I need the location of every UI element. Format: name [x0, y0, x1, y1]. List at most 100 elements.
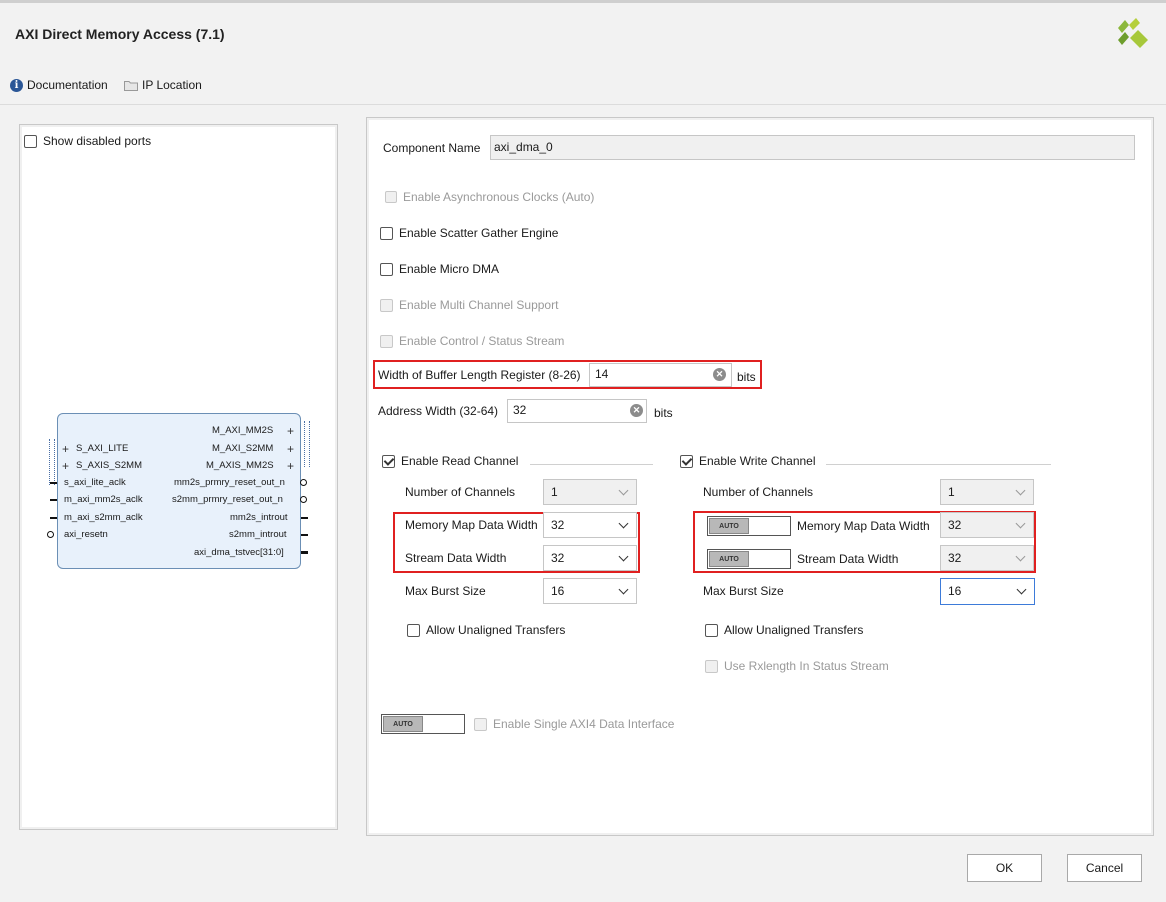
top-border — [0, 0, 1166, 3]
enable-write-channel-option[interactable]: Enable Write Channel — [680, 454, 816, 468]
read-stream-data-width-select[interactable]: 32 — [543, 545, 637, 571]
enable-read-channel-checkbox[interactable] — [382, 454, 395, 468]
write-num-channels-label: Number of Channels — [703, 485, 814, 499]
write-channel-title: Enable Write Channel — [699, 454, 816, 468]
read-num-channels-label: Number of Channels — [405, 485, 516, 499]
read-mm-data-width-select[interactable]: 32 — [543, 512, 637, 538]
port-s-axis-s2mm: S_AXIS_S2MM — [76, 460, 142, 471]
ip-block-symbol — [57, 413, 301, 569]
enable-scatter-gather-checkbox[interactable] — [380, 226, 393, 240]
write-mm-data-width-auto-toggle[interactable]: AUTO — [707, 516, 791, 536]
read-max-burst-value: 16 — [551, 584, 565, 598]
inverted-pin — [300, 479, 307, 486]
address-width-input[interactable]: 32 — [507, 399, 647, 423]
write-mm-data-width-value: 32 — [948, 518, 962, 532]
single-axi4-option: Enable Single AXI4 Data Interface — [474, 717, 674, 731]
chevron-down-icon — [618, 584, 629, 595]
cancel-button[interactable]: Cancel — [1067, 854, 1142, 882]
port-s-axi-lite-aclk: s_axi_lite_aclk — [64, 477, 126, 488]
read-max-burst-select[interactable]: 16 — [543, 578, 637, 604]
port-s-axi-lite: S_AXI_LITE — [76, 443, 129, 454]
enable-micro-dma-checkbox[interactable] — [380, 262, 393, 276]
chevron-down-icon — [1015, 485, 1026, 496]
read-num-channels-select: 1 — [543, 479, 637, 505]
write-num-channels-select: 1 — [940, 479, 1034, 505]
write-num-channels-value: 1 — [948, 485, 955, 499]
enable-async-clocks-label: Enable Asynchronous Clocks (Auto) — [403, 190, 595, 204]
read-unaligned-option[interactable]: Allow Unaligned Transfers — [407, 623, 565, 637]
enable-micro-dma-option[interactable]: Enable Micro DMA — [380, 262, 499, 276]
expand-plus-icon[interactable]: + — [62, 443, 69, 455]
read-unaligned-checkbox[interactable] — [407, 623, 420, 637]
port-mm2s-introut: mm2s_introut — [230, 512, 288, 523]
pin — [50, 499, 57, 501]
write-stream-data-width-auto-toggle[interactable]: AUTO — [707, 549, 791, 569]
buffer-length-label: Width of Buffer Length Register (8-26) — [378, 368, 581, 382]
pin — [301, 517, 308, 519]
ip-location-link[interactable]: IP Location — [124, 78, 202, 92]
port-mm2s-prmry-reset-out-n: mm2s_prmry_reset_out_n — [174, 477, 285, 488]
bus-bundle-right — [304, 421, 310, 467]
enable-async-clocks-option: Enable Asynchronous Clocks (Auto) — [385, 190, 594, 204]
clear-icon[interactable]: ✕ — [630, 404, 643, 417]
rxlength-checkbox — [705, 659, 718, 673]
auto-label: AUTO — [709, 551, 749, 567]
write-unaligned-option[interactable]: Allow Unaligned Transfers — [705, 623, 863, 637]
write-max-burst-label: Max Burst Size — [703, 584, 784, 598]
enable-scatter-gather-option[interactable]: Enable Scatter Gather Engine — [380, 226, 558, 240]
group-border — [826, 464, 1051, 465]
port-m-axi-mm2s: M_AXI_MM2S — [212, 425, 274, 436]
single-axi4-auto-toggle[interactable]: AUTO — [381, 714, 465, 734]
write-stream-data-width-value: 32 — [948, 551, 962, 565]
read-num-channels-value: 1 — [551, 485, 558, 499]
enable-read-channel-option[interactable]: Enable Read Channel — [382, 454, 518, 468]
inverted-pin — [300, 496, 307, 503]
chevron-down-icon — [618, 551, 629, 562]
window-title: AXI Direct Memory Access (7.1) — [15, 26, 225, 42]
enable-write-channel-checkbox[interactable] — [680, 454, 693, 468]
write-max-burst-select[interactable]: 16 — [940, 578, 1035, 605]
read-channel-title: Enable Read Channel — [401, 454, 519, 468]
port-m-axis-mm2s: M_AXIS_MM2S — [206, 460, 274, 471]
show-disabled-ports-option[interactable]: Show disabled ports — [24, 134, 151, 148]
expand-plus-icon[interactable]: + — [62, 460, 69, 472]
show-disabled-ports-checkbox[interactable] — [24, 134, 37, 148]
documentation-link[interactable]: i Documentation — [10, 78, 108, 92]
chevron-down-icon — [1015, 518, 1026, 529]
xilinx-logo-icon — [1118, 18, 1148, 48]
inverted-pin — [47, 531, 54, 538]
write-stream-data-width-label: Stream Data Width — [797, 552, 899, 566]
write-stream-data-width-select: 32 — [940, 545, 1034, 571]
toolbar-separator — [0, 104, 1166, 105]
auto-label: AUTO — [709, 518, 749, 534]
write-unaligned-checkbox[interactable] — [705, 623, 718, 637]
address-width-label: Address Width (32-64) — [378, 404, 499, 418]
expand-plus-icon[interactable]: + — [287, 425, 294, 437]
bus-bundle-left — [49, 439, 55, 485]
component-name-field[interactable]: axi_dma_0 — [490, 135, 1135, 160]
pin — [50, 482, 57, 484]
single-axi4-label: Enable Single AXI4 Data Interface — [493, 717, 675, 731]
port-m-axi-s2mm: M_AXI_S2MM — [212, 443, 274, 454]
buffer-length-unit: bits — [737, 370, 756, 384]
expand-plus-icon[interactable]: + — [287, 460, 294, 472]
ok-button[interactable]: OK — [967, 854, 1042, 882]
single-axi4-checkbox — [474, 717, 487, 731]
expand-plus-icon[interactable]: + — [287, 443, 294, 455]
clear-icon[interactable]: ✕ — [713, 368, 726, 381]
port-m-axi-s2mm-aclk: m_axi_s2mm_aclk — [64, 512, 143, 523]
read-mm-data-width-label: Memory Map Data Width — [405, 518, 538, 532]
read-mm-data-width-value: 32 — [551, 518, 565, 532]
read-unaligned-label: Allow Unaligned Transfers — [426, 623, 566, 637]
read-stream-data-width-value: 32 — [551, 551, 565, 565]
read-stream-data-width-label: Stream Data Width — [405, 551, 507, 565]
buffer-length-input[interactable]: 14 — [589, 363, 732, 387]
enable-control-status-option: Enable Control / Status Stream — [380, 334, 564, 348]
enable-multi-channel-label: Enable Multi Channel Support — [399, 298, 559, 312]
enable-control-status-label: Enable Control / Status Stream — [399, 334, 565, 348]
port-m-axi-mm2s-aclk: m_axi_mm2s_aclk — [64, 494, 143, 505]
pin — [301, 534, 308, 536]
port-axi-dma-tstvec: axi_dma_tstvec[31:0] — [194, 547, 284, 558]
group-border — [530, 464, 653, 465]
enable-control-status-checkbox — [380, 334, 393, 348]
